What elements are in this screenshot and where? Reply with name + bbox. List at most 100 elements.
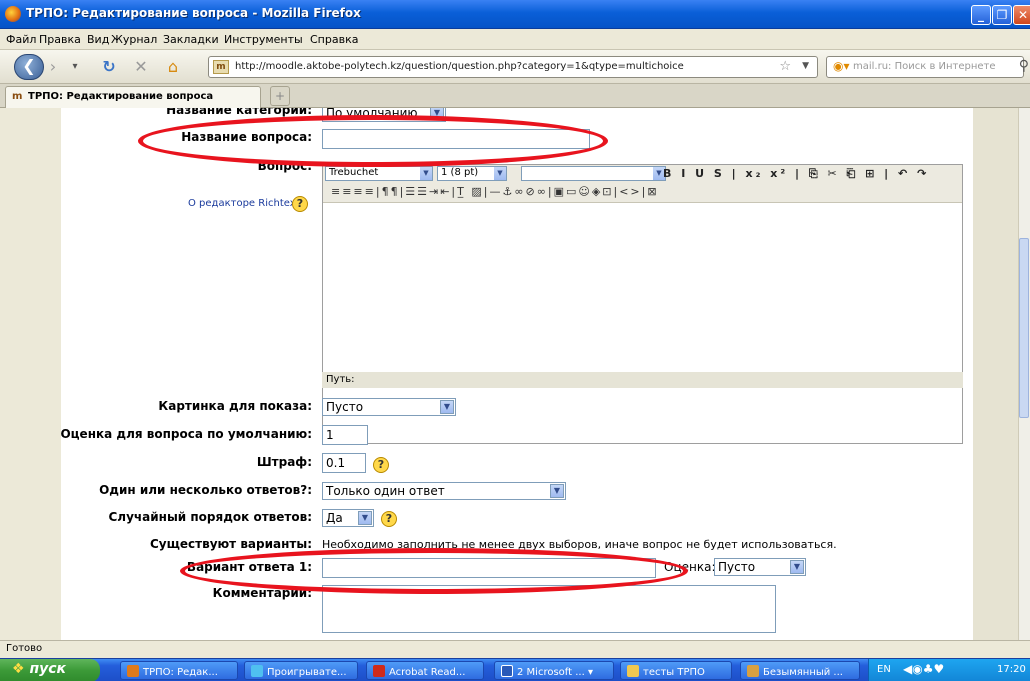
page-right-margin	[973, 108, 1018, 640]
taskbar-label: 2 Microsoft ...	[517, 667, 585, 678]
single-answer-value: Только один ответ	[326, 484, 445, 498]
editor-toolbar: Trebuchet ▼ 1 (8 pt) ▼ ▼ B I U S | x₂ x² |…	[323, 165, 962, 203]
penalty-input[interactable]: 0.1	[322, 453, 366, 473]
answer1-grade-select[interactable]: Пусто ▼	[714, 558, 806, 576]
forward-button[interactable]: ›	[44, 56, 62, 78]
image-label: Картинка для показа:	[158, 399, 312, 413]
path-label: Путь:	[326, 374, 355, 385]
chevron-down-icon: ▼	[494, 167, 506, 180]
tab-strip: m ТРПО: Редактирование вопроса +	[0, 84, 1030, 108]
size-value: 1 (8 pt)	[441, 167, 479, 178]
home-icon[interactable]: ⌂	[160, 56, 186, 78]
menu-tools[interactable]: Инструменты	[224, 33, 303, 46]
firefox-icon	[127, 665, 139, 677]
menu-view[interactable]: Вид	[87, 33, 109, 46]
chevron-down-icon: ▼	[420, 167, 432, 180]
shuffle-value: Да	[326, 511, 343, 525]
start-label: пуск	[29, 661, 67, 677]
maximize-button[interactable]: ❐	[992, 5, 1012, 25]
editor-path-bar: Путь:	[322, 372, 963, 388]
search-box[interactable]: ◉▾ mail.ru: Поиск в Интернете ⚲	[826, 56, 1029, 78]
bookmark-star-icon[interactable]: ☆	[779, 59, 791, 74]
format-select[interactable]: ▼	[521, 166, 666, 181]
menu-help[interactable]: Справка	[310, 33, 358, 46]
penalty-label: Штраф:	[256, 455, 312, 469]
taskbar-button-player[interactable]: Проигрывате...	[244, 661, 358, 680]
status-text: Готово	[6, 643, 43, 654]
richtext-link-text: О редакторе Richtext	[188, 198, 300, 209]
tab-label: ТРПО: Редактирование вопроса	[28, 91, 214, 102]
tab-favicon: m	[12, 91, 23, 102]
choices-label: Существуют варианты:	[150, 537, 312, 551]
font-value: Trebuchet	[329, 167, 379, 178]
history-dropdown-icon[interactable]: ▾	[70, 56, 80, 78]
site-favicon: m	[213, 60, 229, 74]
stop-icon[interactable]: ✕	[130, 56, 152, 78]
scrollbar-thumb[interactable]	[1019, 238, 1029, 418]
taskbar-button-firefox[interactable]: ТРПО: Редак...	[120, 661, 238, 680]
status-bar: Готово	[0, 640, 1030, 658]
new-tab-button[interactable]: +	[270, 86, 290, 106]
grade-value: Пусто	[718, 560, 756, 574]
default-grade-input[interactable]: 1	[322, 425, 368, 445]
folder-icon	[627, 665, 639, 677]
help-icon[interactable]: ?	[373, 457, 389, 473]
taskbar-button-word[interactable]: 2 Microsoft ... ▾	[494, 661, 614, 680]
paint-icon	[747, 665, 759, 677]
taskbar-button-acrobat[interactable]: Acrobat Read...	[366, 661, 484, 680]
menu-edit[interactable]: Правка	[39, 33, 81, 46]
shuffle-select[interactable]: Да ▼	[322, 509, 374, 527]
reload-icon[interactable]: ↻	[98, 56, 120, 78]
single-answer-select[interactable]: Только один ответ ▼	[322, 482, 566, 500]
highlight-oval-question-name	[138, 115, 608, 167]
highlight-oval-answer1	[180, 548, 688, 594]
menu-history[interactable]: Журнал	[111, 33, 157, 46]
image-select[interactable]: Пусто ▼	[322, 398, 456, 416]
page-content: Название категории: По умолчанию ▼ Назва…	[0, 108, 1030, 640]
windows-logo-icon: ❖	[12, 661, 25, 677]
start-button[interactable]: ❖ пуск	[0, 659, 100, 681]
acrobat-icon	[373, 665, 385, 677]
shuffle-label: Случайный порядок ответов:	[108, 510, 312, 524]
image-value: Пусто	[326, 400, 364, 414]
minimize-button[interactable]: _	[971, 5, 991, 25]
single-answer-label: Один или несколько ответов?:	[99, 483, 312, 497]
chevron-down-icon: ▼	[358, 511, 372, 525]
url-bar[interactable]: m http://moodle.aktobe-polytech.kz/quest…	[208, 56, 818, 78]
taskbar-label: Безымянный ...	[763, 667, 843, 678]
language-indicator[interactable]: EN	[877, 664, 891, 675]
window-titlebar: ТРПО: Редактирование вопроса - Mozilla F…	[0, 0, 1030, 29]
url-dropdown-icon[interactable]: ▼	[802, 61, 809, 71]
tray-icons[interactable]: ◀◉♣♥	[903, 662, 944, 676]
search-engine-icon[interactable]: ◉▾	[833, 59, 850, 73]
page-left-margin	[0, 108, 61, 640]
menu-bookmarks[interactable]: Закладки	[163, 33, 219, 46]
system-tray: EN ◀◉♣♥ 17:20	[868, 659, 1030, 681]
navigation-toolbar: ❮ › ▾ ↻ ✕ ⌂ m http://moodle.aktobe-polyt…	[0, 50, 1030, 84]
search-icon[interactable]: ⚲	[1019, 58, 1029, 74]
font-select[interactable]: Trebuchet ▼	[325, 166, 433, 181]
chevron-down-icon: ▼	[440, 400, 454, 414]
taskbar-button-folder[interactable]: тесты ТРПО	[620, 661, 732, 680]
taskbar-label: ТРПО: Редак...	[143, 667, 218, 678]
menu-file[interactable]: Файл	[6, 33, 36, 46]
taskbar-label: тесты ТРПО	[643, 667, 705, 678]
close-button[interactable]: ✕	[1013, 5, 1030, 25]
size-select[interactable]: 1 (8 pt) ▼	[437, 166, 507, 181]
richtext-help-link[interactable]: О редакторе Richtext	[188, 198, 300, 209]
taskbar-label: Проигрывате...	[267, 667, 347, 678]
url-text: http://moodle.aktobe-polytech.kz/questio…	[235, 61, 684, 72]
paragraph-buttons[interactable]: ≡≡≡≡|¶¶|☰☰⇥⇤|T̲ ▨|—⚓∞⊘∞|▣▭☺◈⊡|<>|⊠	[331, 185, 659, 198]
back-button[interactable]: ❮	[14, 54, 44, 80]
taskbar-button-paint[interactable]: Безымянный ...	[740, 661, 860, 680]
windows-taskbar: ❖ пуск ТРПО: Редак... Проигрывате... Acr…	[0, 658, 1030, 681]
menu-bar: Файл Правка Вид Журнал Закладки Инструме…	[0, 29, 1030, 50]
help-icon[interactable]: ?	[292, 196, 308, 212]
window-title: ТРПО: Редактирование вопроса - Mozilla F…	[26, 6, 361, 20]
chevron-down-icon: ▼	[550, 484, 564, 498]
search-placeholder: mail.ru: Поиск в Интернете	[853, 61, 996, 72]
help-icon[interactable]: ?	[381, 511, 397, 527]
tab-question-edit[interactable]: m ТРПО: Редактирование вопроса	[5, 86, 261, 108]
firefox-icon	[5, 6, 21, 22]
formatting-buttons[interactable]: B I U S | x₂ x² | ⎘ ✂ ⎗ ⊞ | ↶ ↷	[663, 167, 929, 181]
